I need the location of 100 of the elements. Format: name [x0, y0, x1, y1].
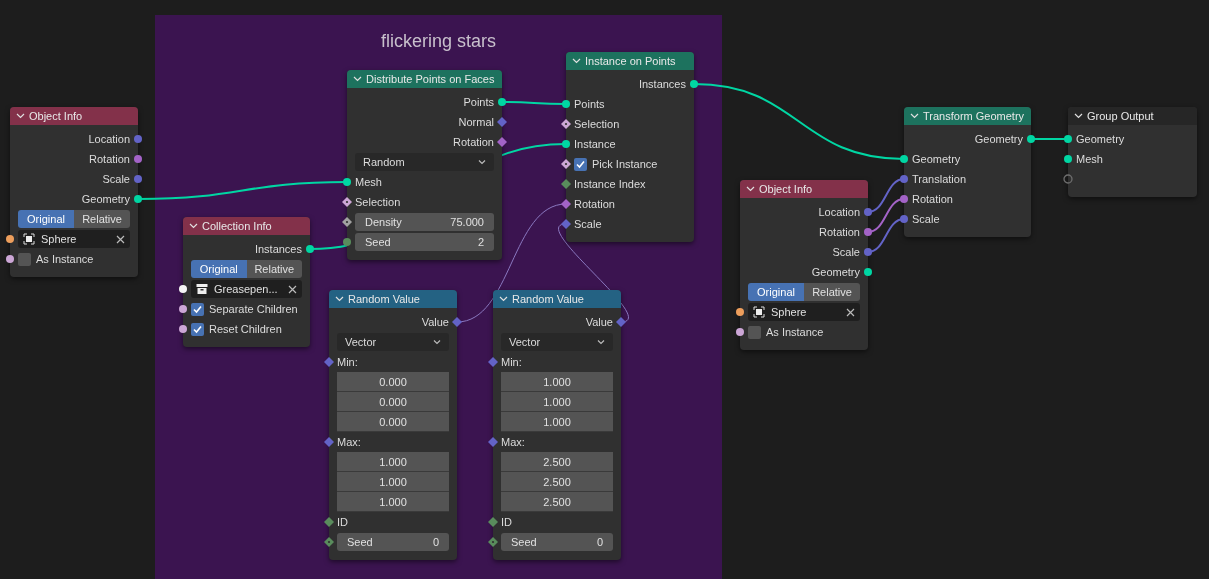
node-header[interactable]: Collection Info — [183, 217, 310, 235]
number-field[interactable]: 0.000 — [337, 412, 449, 432]
checkbox[interactable] — [748, 325, 761, 339]
dropdown[interactable]: Vector — [337, 333, 449, 351]
socket-label: Value — [421, 316, 449, 328]
number-field[interactable]: 2.500 — [501, 472, 613, 492]
dropdown[interactable]: Random — [355, 153, 494, 171]
socket-label: Points — [574, 98, 605, 110]
object-field[interactable]: Sphere — [18, 230, 130, 248]
socket[interactable] — [342, 177, 352, 187]
socket-label: Geometry — [811, 266, 860, 278]
number-field[interactable]: 1.000 — [501, 372, 613, 392]
node-header[interactable]: Object Info — [740, 180, 868, 198]
chevron-icon — [597, 339, 605, 345]
checkbox-label: Reset Children — [209, 323, 282, 335]
chevron-icon[interactable] — [1074, 113, 1083, 119]
node-panel[interactable]: Object Info Location Rotation Scale Geometry Original Relative Sphere As Instance — [740, 180, 868, 350]
socket[interactable] — [561, 139, 571, 149]
node-panel[interactable]: Random Value Value Vector Min: 0.000 0.000 0.000 Max: 1.000 1.000 1.000 ID Seed 0 — [329, 290, 457, 560]
socket[interactable] — [561, 159, 571, 169]
socket-label: Mesh — [1076, 153, 1103, 165]
toggle-option[interactable]: Original — [18, 210, 74, 228]
number-field[interactable]: Seed 0 — [501, 533, 613, 551]
chevron-icon — [478, 159, 486, 165]
node-header[interactable]: Random Value — [493, 290, 621, 308]
node-panel[interactable]: Object Info Location Rotation Scale Geometry Original Relative Sphere As Instance — [10, 107, 138, 277]
number-field[interactable]: 0.000 — [337, 372, 449, 392]
node-header[interactable]: Transform Geometry — [904, 107, 1031, 125]
number-field[interactable]: Seed 2 — [355, 233, 494, 251]
socket[interactable] — [342, 217, 352, 227]
node-header[interactable]: Random Value — [329, 290, 457, 308]
checkbox[interactable] — [191, 322, 204, 336]
number-field[interactable]: 1.000 — [337, 472, 449, 492]
chevron-icon[interactable] — [746, 186, 755, 192]
chevron-icon[interactable] — [335, 296, 344, 302]
number-field[interactable]: 2.500 — [501, 492, 613, 512]
socket-label: Location — [88, 133, 130, 145]
socket-label: Scale — [912, 213, 940, 225]
socket[interactable] — [305, 244, 315, 254]
close-icon[interactable] — [288, 284, 297, 294]
dropdown[interactable]: Vector — [501, 333, 613, 351]
number-field[interactable]: Seed 0 — [337, 533, 449, 551]
toggle-option[interactable]: Relative — [246, 260, 302, 278]
number-field[interactable]: 0.000 — [337, 392, 449, 412]
node-header[interactable]: Instance on Points — [566, 52, 694, 70]
socket[interactable] — [689, 79, 699, 89]
socket-label: Min: — [337, 356, 358, 368]
checkbox[interactable] — [191, 302, 204, 316]
close-icon[interactable] — [846, 307, 855, 317]
node-title: Group Output — [1087, 110, 1154, 122]
number-field[interactable]: 1.000 — [337, 452, 449, 472]
socket[interactable] — [342, 237, 352, 247]
frame-title: flickering stars — [381, 31, 496, 52]
chevron-icon[interactable] — [499, 296, 508, 302]
number-field[interactable]: Density 75.000 — [355, 213, 494, 231]
socket-label: Max: — [501, 436, 525, 448]
socket-label: Scale — [574, 218, 602, 230]
node-title: Collection Info — [202, 220, 272, 232]
object-field[interactable]: Greasepen... — [191, 280, 302, 298]
socket-label: Rotation — [89, 153, 130, 165]
node-title: Object Info — [759, 183, 813, 195]
socket-label: Translation — [912, 173, 966, 185]
toggle-option[interactable]: Relative — [804, 283, 860, 301]
socket[interactable] — [342, 197, 352, 207]
chevron-icon[interactable] — [16, 113, 25, 119]
node-panel[interactable]: Transform Geometry Geometry Geometry Translation Rotation Scale — [904, 107, 1031, 237]
node-panel[interactable]: Group Output Geometry Mesh — [1068, 107, 1197, 197]
socket-label: Geometry — [81, 193, 130, 205]
socket-label: Scale — [832, 246, 860, 258]
toggle-option[interactable]: Relative — [74, 210, 130, 228]
socket-label: Normal — [458, 116, 494, 128]
node-panel[interactable]: Collection Info Instances Original Relative Greasepen... Separate Children Reset Children — [183, 217, 310, 347]
chevron-icon[interactable] — [189, 223, 198, 229]
checkbox-label: Pick Instance — [592, 158, 658, 170]
node-panel[interactable]: Instance on Points Instances Points Selection Instance Pick Instance Instance Index Rotation Scale — [566, 52, 694, 242]
socket-label: Scale — [102, 173, 130, 185]
socket-label: Geometry — [974, 133, 1023, 145]
close-icon[interactable] — [116, 234, 125, 244]
toggle-option[interactable]: Original — [748, 283, 804, 301]
node-header[interactable]: Object Info — [10, 107, 138, 125]
socket-label: Selection — [574, 118, 620, 130]
node-header[interactable]: Distribute Points on Faces — [347, 70, 502, 88]
checkbox-label: Separate Children — [209, 303, 298, 315]
socket-label: Rotation — [574, 198, 615, 210]
number-field[interactable]: 1.000 — [501, 392, 613, 412]
checkbox[interactable] — [574, 157, 587, 171]
number-field[interactable]: 1.000 — [501, 412, 613, 432]
node-title: Distribute Points on Faces — [366, 73, 495, 85]
number-field[interactable]: 2.500 — [501, 452, 613, 472]
node-header[interactable]: Group Output — [1068, 107, 1197, 125]
socket[interactable] — [561, 119, 571, 129]
socket[interactable] — [561, 99, 571, 109]
socket-label: Instance Index — [574, 178, 646, 190]
socket[interactable] — [1026, 134, 1036, 144]
toggle-option[interactable]: Original — [191, 260, 247, 278]
object-field[interactable]: Sphere — [748, 303, 860, 321]
checkbox[interactable] — [18, 252, 31, 266]
number-field[interactable]: 1.000 — [337, 492, 449, 512]
node-panel[interactable]: Distribute Points on Faces Points Normal Rotation Random Mesh Selection Density 75.000 Seed 2 — [347, 70, 502, 260]
node-panel[interactable]: Random Value Value Vector Min: 1.000 1.000 1.000 Max: 2.500 2.500 2.500 ID Seed 0 — [493, 290, 621, 560]
